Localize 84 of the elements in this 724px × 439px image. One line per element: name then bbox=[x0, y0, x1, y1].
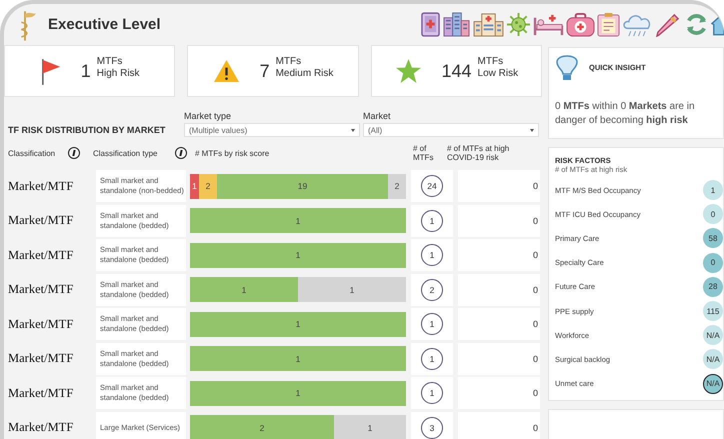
virus-icon[interactable] bbox=[506, 12, 531, 37]
risk-count[interactable]: 58 bbox=[703, 228, 723, 248]
classification-cell-text: Market/MTF bbox=[8, 248, 74, 263]
kpi-count: 7 bbox=[260, 60, 270, 82]
classification-cell-text: Market/MTF bbox=[8, 178, 74, 194]
kpi-unit: MTFs bbox=[276, 56, 302, 68]
risk-count[interactable]: 0 bbox=[703, 204, 723, 224]
bar-segment[interactable]: 1 bbox=[298, 277, 406, 302]
classification-cell-text: Market/MTF bbox=[8, 316, 74, 332]
filter-label: Market type bbox=[184, 111, 232, 121]
classification-cell-text: Market/MTF bbox=[8, 351, 74, 366]
mtf-count: 3 bbox=[421, 416, 443, 439]
bar-segment[interactable]: 19 bbox=[217, 174, 388, 199]
filter-label: Market bbox=[363, 111, 392, 121]
kpi-label: High Risk bbox=[96, 68, 140, 80]
caret-icon bbox=[530, 128, 534, 132]
mtf-count: 24 bbox=[421, 175, 443, 198]
covid-risk-cell: 0 bbox=[458, 204, 540, 237]
dashboard-title: Executive Level bbox=[48, 16, 161, 33]
bar-segment[interactable]: 1 bbox=[190, 242, 406, 268]
kpi-count: 144 bbox=[442, 60, 472, 82]
buildings-icon[interactable] bbox=[442, 12, 471, 37]
covid-risk-cell: 0 bbox=[458, 239, 540, 272]
bed-icon[interactable] bbox=[533, 12, 564, 37]
bar-segment[interactable]: 2 bbox=[190, 415, 334, 439]
risk-count[interactable]: N/A bbox=[703, 349, 723, 370]
kpi-label: Medium Risk bbox=[276, 68, 334, 80]
mtf-count: 1 bbox=[421, 348, 443, 370]
warning-icon bbox=[212, 59, 240, 83]
section-title: TF RISK DISTRIBUTION BY MARKET bbox=[8, 125, 166, 137]
column-header: # of MTFs at high COVID-19 risk bbox=[447, 144, 510, 162]
column-header: # MTFs by risk score bbox=[195, 148, 270, 158]
clipboard-icon[interactable] bbox=[597, 12, 620, 37]
covid-risk-cell: 0 bbox=[458, 274, 540, 306]
filter-dropdown[interactable]: (All) bbox=[363, 123, 539, 137]
info-icon[interactable] bbox=[175, 147, 187, 159]
bar-segment[interactable]: 2 bbox=[199, 174, 217, 199]
kpi-unit: MTFs bbox=[478, 56, 504, 68]
bar-segment[interactable]: 1 bbox=[190, 312, 406, 337]
bar-segment[interactable]: 2 bbox=[388, 174, 406, 199]
medical-kit-icon[interactable] bbox=[566, 12, 595, 37]
tablet-icon[interactable] bbox=[421, 12, 440, 37]
flag-icon bbox=[40, 58, 61, 84]
classification-cell-text: Market/MTF bbox=[8, 213, 74, 228]
caret-icon bbox=[351, 128, 355, 132]
mtf-count: 1 bbox=[421, 244, 443, 266]
risk-count[interactable]: N/A bbox=[703, 374, 723, 394]
pen-icon[interactable] bbox=[655, 12, 682, 37]
risk-count[interactable]: 0 bbox=[703, 252, 723, 273]
classification-cell-text: Market/MTF bbox=[8, 386, 74, 401]
rain-cloud-icon[interactable] bbox=[622, 12, 653, 37]
covid-risk-cell: 0 bbox=[458, 377, 540, 410]
covid-risk-cell: 0 bbox=[458, 412, 540, 439]
bar-segment[interactable]: 1 bbox=[190, 277, 298, 302]
risk-count[interactable]: 28 bbox=[703, 276, 723, 297]
column-header: Classification type bbox=[93, 148, 158, 158]
mtf-count: 1 bbox=[421, 313, 443, 336]
risk-count[interactable]: N/A bbox=[703, 325, 723, 346]
kpi-count: 1 bbox=[80, 60, 91, 82]
bar-segment[interactable]: 1 bbox=[190, 346, 406, 372]
column-header: Classification bbox=[8, 148, 56, 158]
bar-segment[interactable]: 1 bbox=[190, 174, 199, 199]
classification-cell-text: Market/MTF bbox=[8, 282, 74, 298]
kpi-label: Low Risk bbox=[478, 68, 518, 80]
bar-segment[interactable]: 1 bbox=[190, 208, 406, 234]
mtf-count: 2 bbox=[421, 278, 443, 301]
risk-count[interactable]: 115 bbox=[703, 301, 723, 322]
covid-risk-cell: 0 bbox=[458, 308, 540, 340]
insight-text: 0 MTFs within 0 Markets are in danger of becoming high risk bbox=[555, 100, 696, 128]
refresh-icon[interactable] bbox=[684, 12, 709, 37]
hospital-icon[interactable] bbox=[473, 12, 504, 37]
star-icon bbox=[394, 58, 422, 84]
kpi-unit: MTFs bbox=[96, 56, 124, 68]
bar-segment[interactable]: 1 bbox=[190, 380, 406, 406]
risk-count[interactable]: 1 bbox=[703, 180, 723, 200]
column-header: # of MTFs bbox=[413, 144, 434, 162]
classification-cell-text: Market/MTF bbox=[8, 420, 74, 436]
mtf-count: 1 bbox=[421, 382, 443, 404]
covid-risk-cell: 0 bbox=[458, 170, 540, 202]
covid-risk-cell: 0 bbox=[458, 342, 540, 375]
info-icon[interactable] bbox=[68, 147, 80, 159]
bar-segment[interactable]: 1 bbox=[334, 415, 406, 439]
mtf-count: 1 bbox=[421, 210, 443, 232]
filter-dropdown[interactable]: (Multiple values) bbox=[184, 123, 360, 137]
